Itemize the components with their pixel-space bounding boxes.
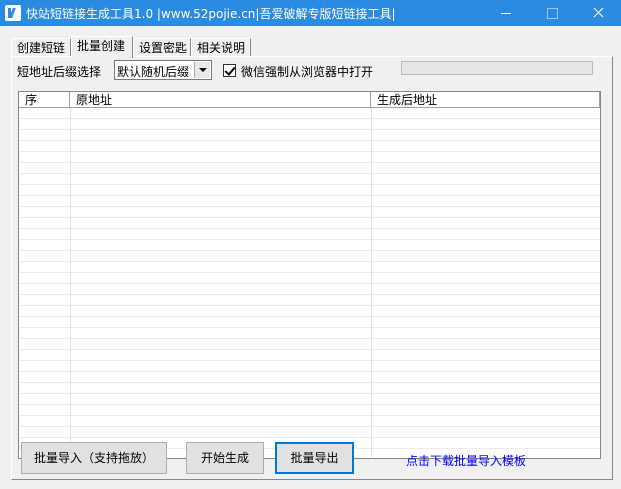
window-title: 快站短链接生成工具1.0 |www.52pojie.cn|吾爱破解专版短链接工具… — [26, 7, 396, 21]
batch-export-button[interactable]: 批量导出 — [275, 442, 354, 474]
start-generate-button[interactable]: 开始生成 — [186, 442, 264, 474]
close-button[interactable] — [575, 0, 621, 26]
column-divider — [70, 108, 71, 458]
column-header-original-url[interactable]: 原地址 — [70, 92, 371, 108]
tab-create-short-link[interactable]: 创建短链 — [11, 38, 71, 56]
url-list-table[interactable]: 序 原地址 生成后地址 — [18, 91, 601, 459]
suffix-select-value: 默认随机后缀 — [117, 65, 190, 79]
column-header-index[interactable]: 序 — [19, 92, 70, 108]
progress-bar — [401, 61, 593, 75]
suffix-label: 短地址后缀选择 — [17, 65, 102, 79]
column-header-generated-url[interactable]: 生成后地址 — [371, 92, 600, 108]
title-bar: 快站短链接生成工具1.0 |www.52pojie.cn|吾爱破解专版短链接工具… — [0, 0, 621, 26]
wechat-open-in-browser-checkbox[interactable] — [223, 64, 236, 77]
table-body[interactable] — [19, 108, 600, 458]
window-client-area: 创建短链 批量创建 设置密匙 相关说明 短地址后缀选择 默认随机后缀 微信强制从… — [0, 26, 621, 489]
app-logo-icon — [5, 5, 21, 21]
maximize-button[interactable] — [529, 0, 575, 26]
column-divider — [371, 108, 372, 458]
tab-set-key[interactable]: 设置密匙 — [133, 38, 191, 56]
tab-batch-create[interactable]: 批量创建 — [71, 36, 133, 58]
tab-about[interactable]: 相关说明 — [191, 38, 251, 56]
suffix-select[interactable]: 默认随机后缀 — [114, 60, 212, 80]
minimize-button[interactable] — [483, 0, 529, 26]
table-header: 序 原地址 生成后地址 — [19, 92, 600, 108]
wechat-open-in-browser-label[interactable]: 微信强制从浏览器中打开 — [241, 63, 373, 80]
chevron-down-icon[interactable] — [194, 62, 210, 78]
batch-import-button[interactable]: 批量导入（支持拖放） — [21, 442, 167, 474]
download-template-link[interactable]: 点击下载批量导入模板 — [406, 452, 526, 469]
